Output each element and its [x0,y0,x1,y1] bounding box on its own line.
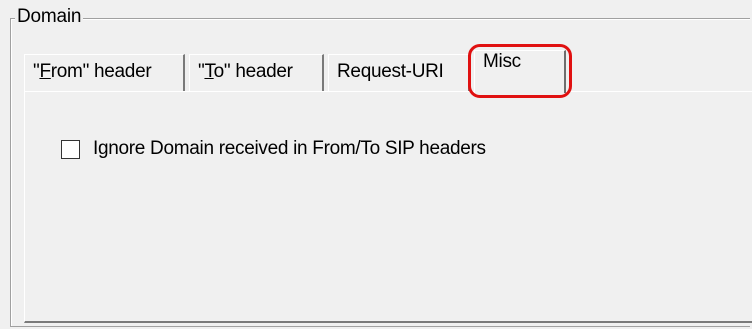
ignore-domain-checkbox-label[interactable]: Ignore Domain received in From/To SIP he… [93,136,486,162]
tab-request-uri-label: Request-URI [337,61,444,82]
tab-from-header-label-post: rom" header [50,61,152,82]
tab-from-header[interactable]: "From" header [24,54,185,91]
tab-to-header[interactable]: "To" header [189,54,324,91]
ignore-domain-checkbox[interactable] [61,140,80,159]
tab-misc-label: Misc [483,51,521,72]
tab-from-header-accelerator: F [39,61,51,82]
tab-panel-misc [24,91,752,323]
tab-request-uri[interactable]: Request-URI [328,54,470,91]
tab-to-header-accelerator: T [204,61,214,82]
tab-misc[interactable]: Misc [474,50,566,93]
groupbox-title: Domain [15,6,84,28]
tab-to-header-label-post: o" header [213,61,293,82]
